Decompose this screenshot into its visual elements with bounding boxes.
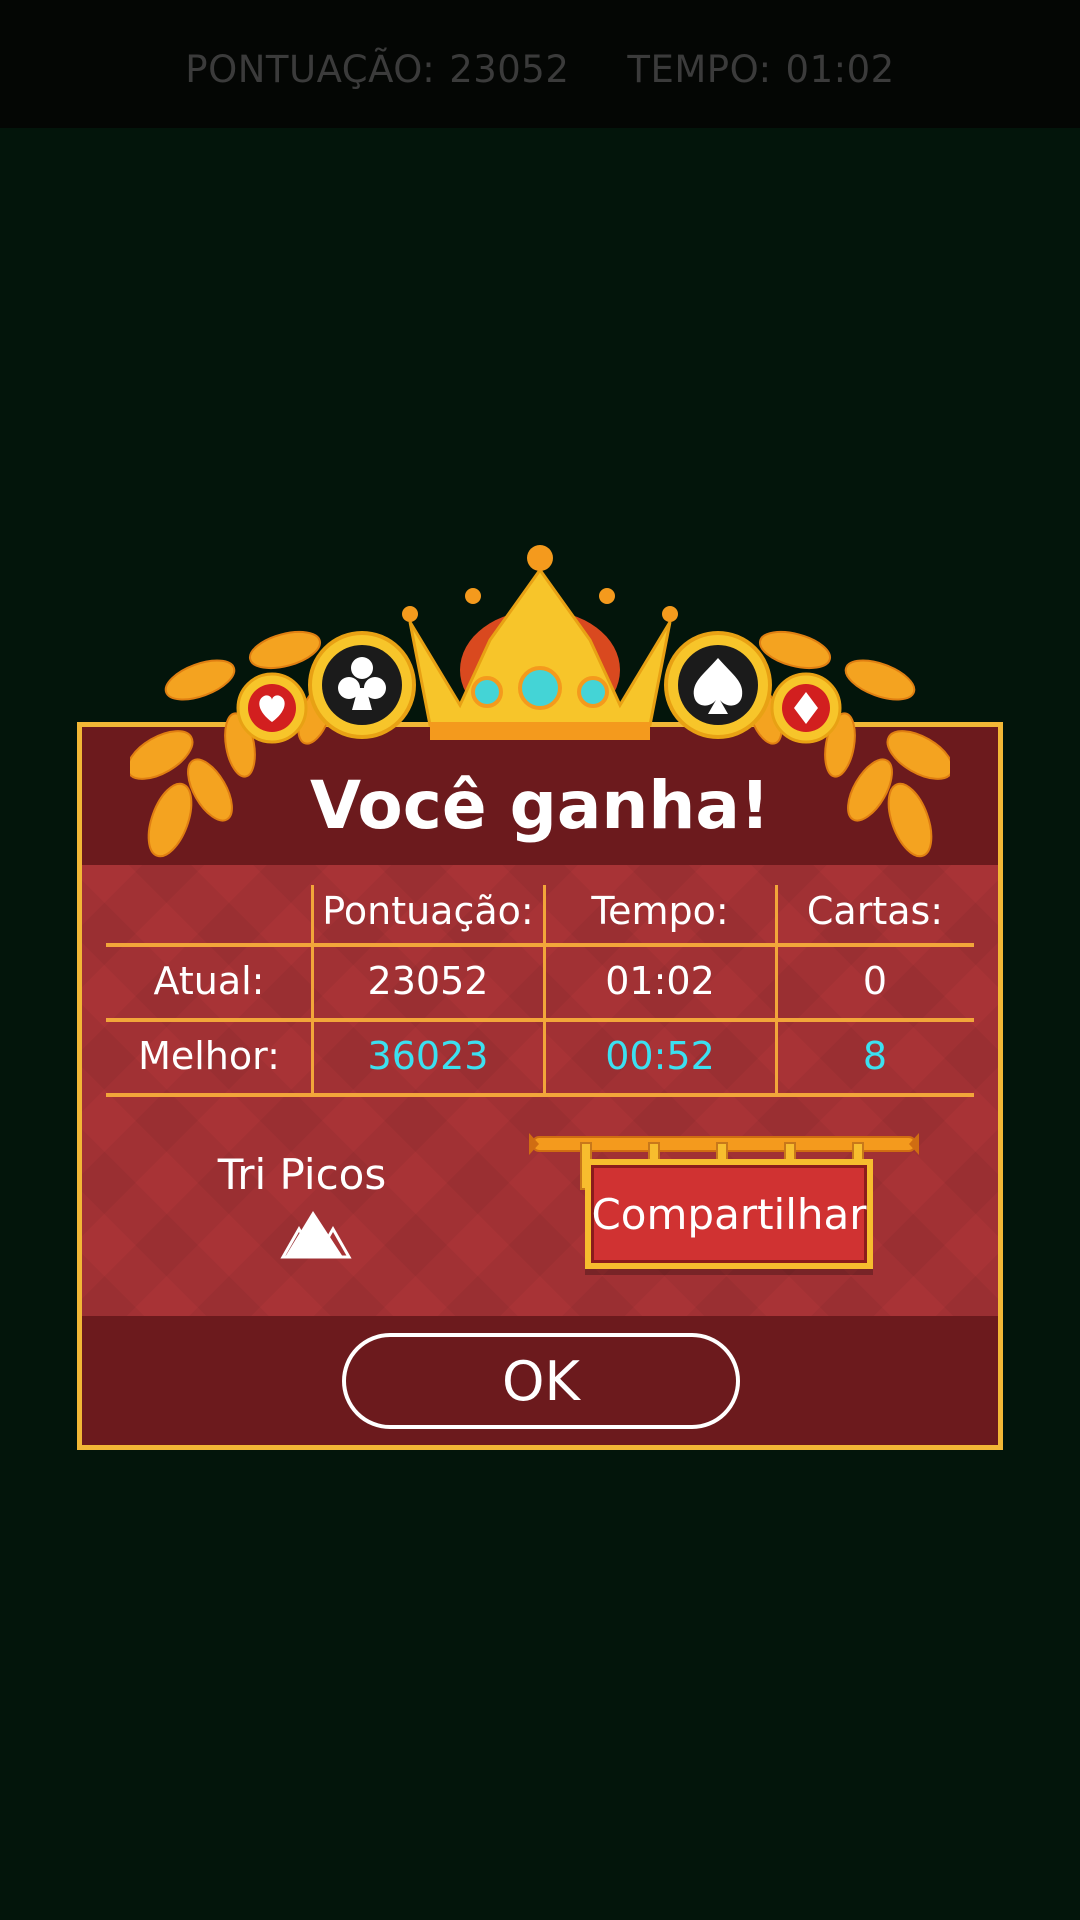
spade-icon [664, 631, 772, 739]
best-cards: 8 [862, 1033, 888, 1078]
table-divider [543, 885, 546, 1093]
row-label: Atual: [153, 958, 265, 1003]
score-display: PONTUAÇÃO: 23052 [185, 48, 569, 91]
stats-table: Pontuação: Tempo: Cartas: Atual: 23052 0… [106, 885, 974, 1097]
current-score: 23052 [367, 958, 489, 1003]
stats-row-current: Atual: 23052 01:02 0 [106, 943, 974, 1018]
stats-header-row: Pontuação: Tempo: Cartas: [106, 885, 974, 943]
best-time: 00:52 [605, 1033, 715, 1078]
row-label: Melhor: [138, 1033, 280, 1078]
score-label: PONTUAÇÃO: [185, 47, 436, 91]
diamond-icon [770, 672, 842, 744]
current-time: 01:02 [605, 958, 715, 1003]
header-time: Tempo: [591, 889, 729, 933]
club-icon [308, 631, 416, 739]
time-label: TEMPO: [627, 47, 772, 91]
score-value: 23052 [449, 47, 570, 91]
crown-decoration [130, 545, 950, 858]
header-score: Pontuação: [322, 889, 534, 933]
stats-row-best: Melhor: 36023 00:52 8 [106, 1018, 974, 1093]
best-score: 36023 [367, 1033, 489, 1078]
table-divider [775, 885, 778, 1093]
crown-icon [402, 545, 678, 740]
time-value: 01:02 [785, 47, 895, 91]
heart-icon [236, 672, 308, 744]
table-divider [106, 1018, 974, 1022]
laurel-icon [747, 630, 950, 858]
share-button[interactable]: Compartilhar [585, 1159, 873, 1269]
table-divider [106, 943, 974, 947]
table-divider [106, 1093, 974, 1097]
ok-button[interactable]: OK [342, 1333, 740, 1429]
current-cards: 0 [862, 958, 888, 1003]
table-divider [311, 885, 314, 1093]
top-bar: PONTUAÇÃO: 23052 TEMPO: 01:02 [0, 0, 1080, 128]
tri-peaks-icon [280, 1211, 352, 1259]
dialog-footer: OK [82, 1316, 998, 1445]
header-cards: Cartas: [806, 889, 944, 933]
time-display: TEMPO: 01:02 [627, 48, 894, 91]
laurel-icon [130, 630, 333, 858]
game-name: Tri Picos [217, 1150, 387, 1199]
dialog-body: Pontuação: Tempo: Cartas: Atual: 23052 0… [82, 865, 998, 1316]
